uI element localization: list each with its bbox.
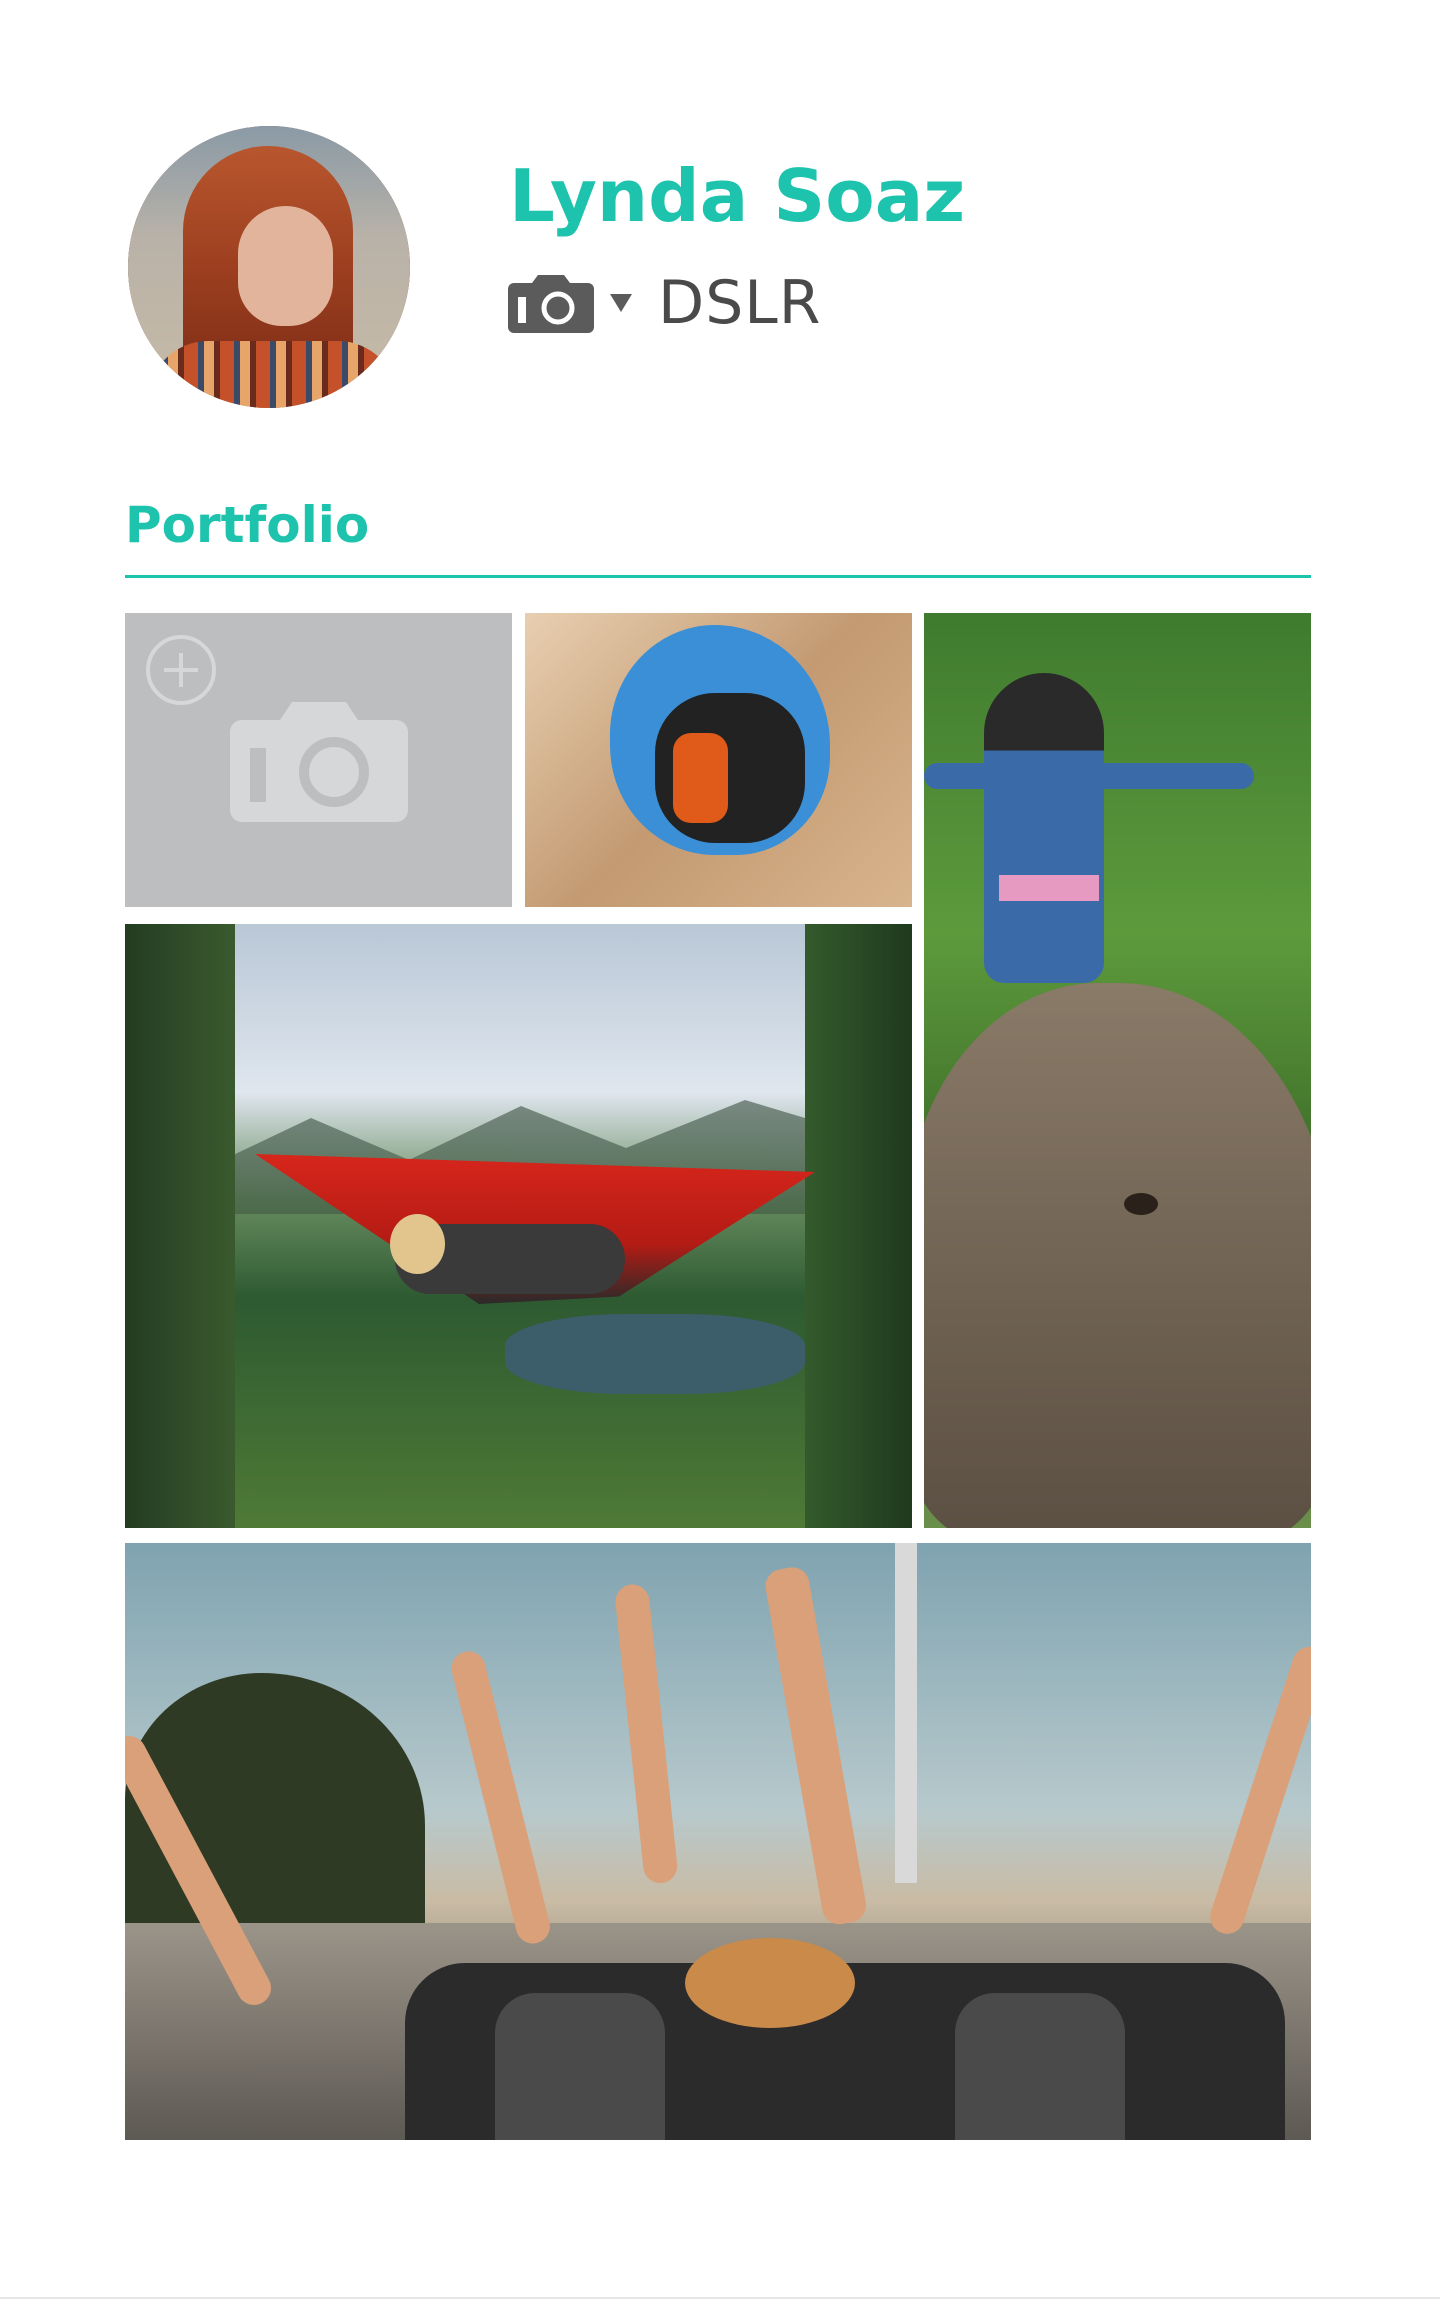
photo-seat [955,1993,1125,2140]
photo-arm [1205,1642,1311,1939]
avatar-face [238,206,333,326]
gear-label: DSLR [658,268,822,338]
photo-arm [447,1647,554,1948]
photo-woman [984,673,1104,983]
portfolio-divider [125,575,1311,578]
add-photo-tile[interactable] [125,613,512,907]
plus-circle-icon [146,635,216,705]
photo-tree-left [125,924,235,1528]
portfolio-photo-elephant[interactable] [924,613,1311,1528]
photo-sash [999,875,1099,901]
photo-lake [505,1314,805,1394]
photo-seat [495,1993,665,2140]
photo-elephant-eye [1124,1193,1158,1215]
camera-icon [508,275,594,333]
portfolio-photo-hammock[interactable] [125,924,912,1528]
profile-name: Lynda Soaz [509,154,966,238]
photo-vest [673,733,728,823]
avatar-sweater [148,341,398,408]
avatar[interactable] [128,126,410,408]
portfolio-title: Portfolio [125,496,370,554]
photo-elephant [924,983,1311,1528]
portfolio-photo-tunnel[interactable] [525,613,912,907]
photo-hair [390,1214,445,1274]
gear-selector[interactable]: DSLR [508,268,821,338]
portfolio-photo-convertible[interactable] [125,1543,1311,2140]
triangle-down-icon [610,294,632,312]
photo-tree-right [805,924,912,1528]
bottom-divider [0,2297,1440,2299]
camera-icon [230,702,408,822]
photo-arm [613,1582,679,1885]
photo-pole [895,1543,917,1883]
photo-hat [685,1938,855,2028]
photo-arm [762,1564,869,1927]
